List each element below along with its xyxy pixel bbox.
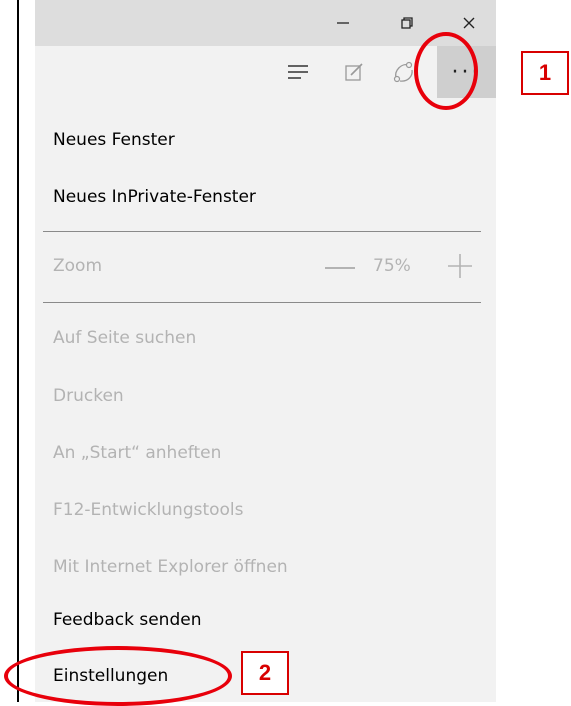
highlight-ellipse-more-button: [414, 32, 478, 110]
document-border-line: [17, 0, 19, 702]
zoom-in-icon[interactable]: [447, 253, 473, 279]
callout-number: 2: [258, 660, 272, 685]
highlight-ellipse-settings: [4, 646, 232, 706]
menu-item-open-with-ie[interactable]: Mit Internet Explorer öffnen: [53, 557, 288, 577]
zoom-value: 75%: [373, 256, 411, 276]
menu-separator: [43, 231, 481, 232]
callout-number: 1: [538, 60, 552, 85]
annotation-callout-2: 2: [241, 651, 289, 695]
menu-item-pin-to-start[interactable]: An „Start“ anheften: [53, 443, 221, 463]
menu-item-f12-developer-tools[interactable]: F12-Entwicklungstools: [53, 500, 244, 520]
zoom-label: Zoom: [53, 256, 103, 276]
menu-item-find-on-page[interactable]: Auf Seite suchen: [53, 328, 196, 348]
menu-separator: [43, 302, 481, 303]
hub-icon[interactable]: [275, 46, 321, 98]
menu-item-print[interactable]: Drucken: [53, 386, 124, 406]
menu-item-new-window[interactable]: Neues Fenster: [53, 130, 175, 150]
annotation-callout-1: 1: [521, 51, 569, 95]
more-actions-menu: Neues Fenster Neues InPrivate-Fenster Zo…: [35, 98, 496, 702]
zoom-out-icon[interactable]: [325, 267, 355, 269]
zoom-row: Zoom 75%: [53, 250, 483, 284]
menu-item-send-feedback[interactable]: Feedback senden: [53, 610, 201, 630]
restore-icon[interactable]: [387, 6, 427, 40]
web-note-icon[interactable]: [331, 46, 377, 98]
minimize-icon[interactable]: [323, 6, 363, 40]
menu-item-new-inprivate-window[interactable]: Neues InPrivate-Fenster: [53, 187, 256, 207]
